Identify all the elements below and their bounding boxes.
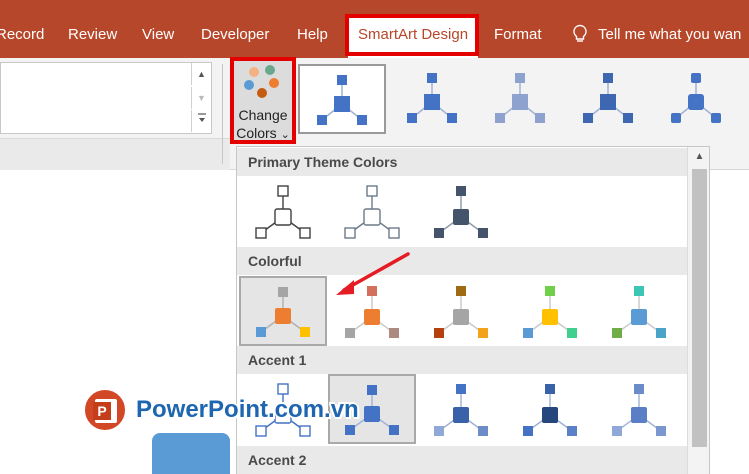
tab-review[interactable]: Review [68,26,117,44]
chevron-down-icon: ⌄ [280,129,290,141]
ribbon-separator [222,64,223,164]
layout-thumbnail[interactable] [478,64,566,134]
section-header-accent-2: Accent 2 [237,446,687,474]
tell-me-text: Tell me what you wan [598,25,742,43]
slide-smartart-shape[interactable] [152,433,230,474]
layout-thumbnail[interactable] [566,64,654,134]
layout-thumbnail[interactable] [654,64,742,134]
layout-thumbnail[interactable] [390,64,478,134]
watermark: P PowerPoint.com.vn [82,387,359,433]
color-option-dark-2[interactable] [417,177,505,247]
color-option-dark-outline[interactable] [239,177,327,247]
powerpoint-window: Record Review View Developer Help SmartA… [0,0,749,474]
section-header-primary-theme-colors: Primary Theme Colors [237,148,687,176]
tab-record[interactable]: Record [0,26,44,44]
color-option-colorful-accent-colors[interactable] [239,276,327,346]
palette-dot-icon [244,80,254,90]
section-header-accent-1: Accent 1 [237,346,687,374]
color-option-colorful-range-3[interactable] [417,277,505,347]
layout-thumbnail[interactable] [298,64,386,134]
palette-dot-icon [257,88,267,98]
pane-more-button[interactable] [191,110,211,132]
change-colors-button[interactable]: Change Colors ⌄ [233,60,293,142]
color-option-accent1-gradient-range[interactable] [417,375,505,445]
color-option-colorful-range-4[interactable] [506,277,594,347]
tab-help[interactable]: Help [297,26,328,44]
scroll-up-arrow-icon[interactable]: ▲ [688,147,709,167]
palette-dot-icon [249,67,259,77]
tell-me-box[interactable]: Tell me what you wan [572,24,741,44]
lightbulb-icon [573,24,587,42]
color-option-colorful-range-5[interactable] [595,277,683,347]
scrollbar-thumb[interactable] [692,169,707,447]
more-icon [197,113,206,122]
watermark-text: PowerPoint.com.vn [136,396,359,423]
tab-developer[interactable]: Developer [201,26,269,44]
color-option-accent1-light[interactable] [595,375,683,445]
change-colors-label-line2: Colors ⌄ [236,125,290,141]
tab-format[interactable]: Format [494,26,542,44]
ribbon-tab-bar: Record Review View Developer Help SmartA… [0,0,749,58]
pane-scroll-down-button[interactable]: ▼ [191,87,211,109]
palette-dot-icon [265,65,275,75]
section-header-colorful: Colorful [237,247,687,275]
color-option-dark-fill[interactable] [328,177,416,247]
gallery-scrollbar[interactable]: ▲ [687,147,709,474]
color-option-accent1-dark[interactable] [506,375,594,445]
palette-dot-icon [269,78,279,88]
tab-smartart-design[interactable]: SmartArt Design [348,14,479,58]
annotation-arrow-icon [336,252,410,295]
tab-view[interactable]: View [142,26,174,44]
pane-scroll-up-button[interactable]: ▲ [191,63,211,85]
layouts-text-pane: ▲ ▼ [0,62,212,134]
change-colors-label-line1: Change [238,107,288,123]
powerpoint-logo-icon: P [82,387,128,433]
ribbon-group-label-strip [0,138,230,170]
